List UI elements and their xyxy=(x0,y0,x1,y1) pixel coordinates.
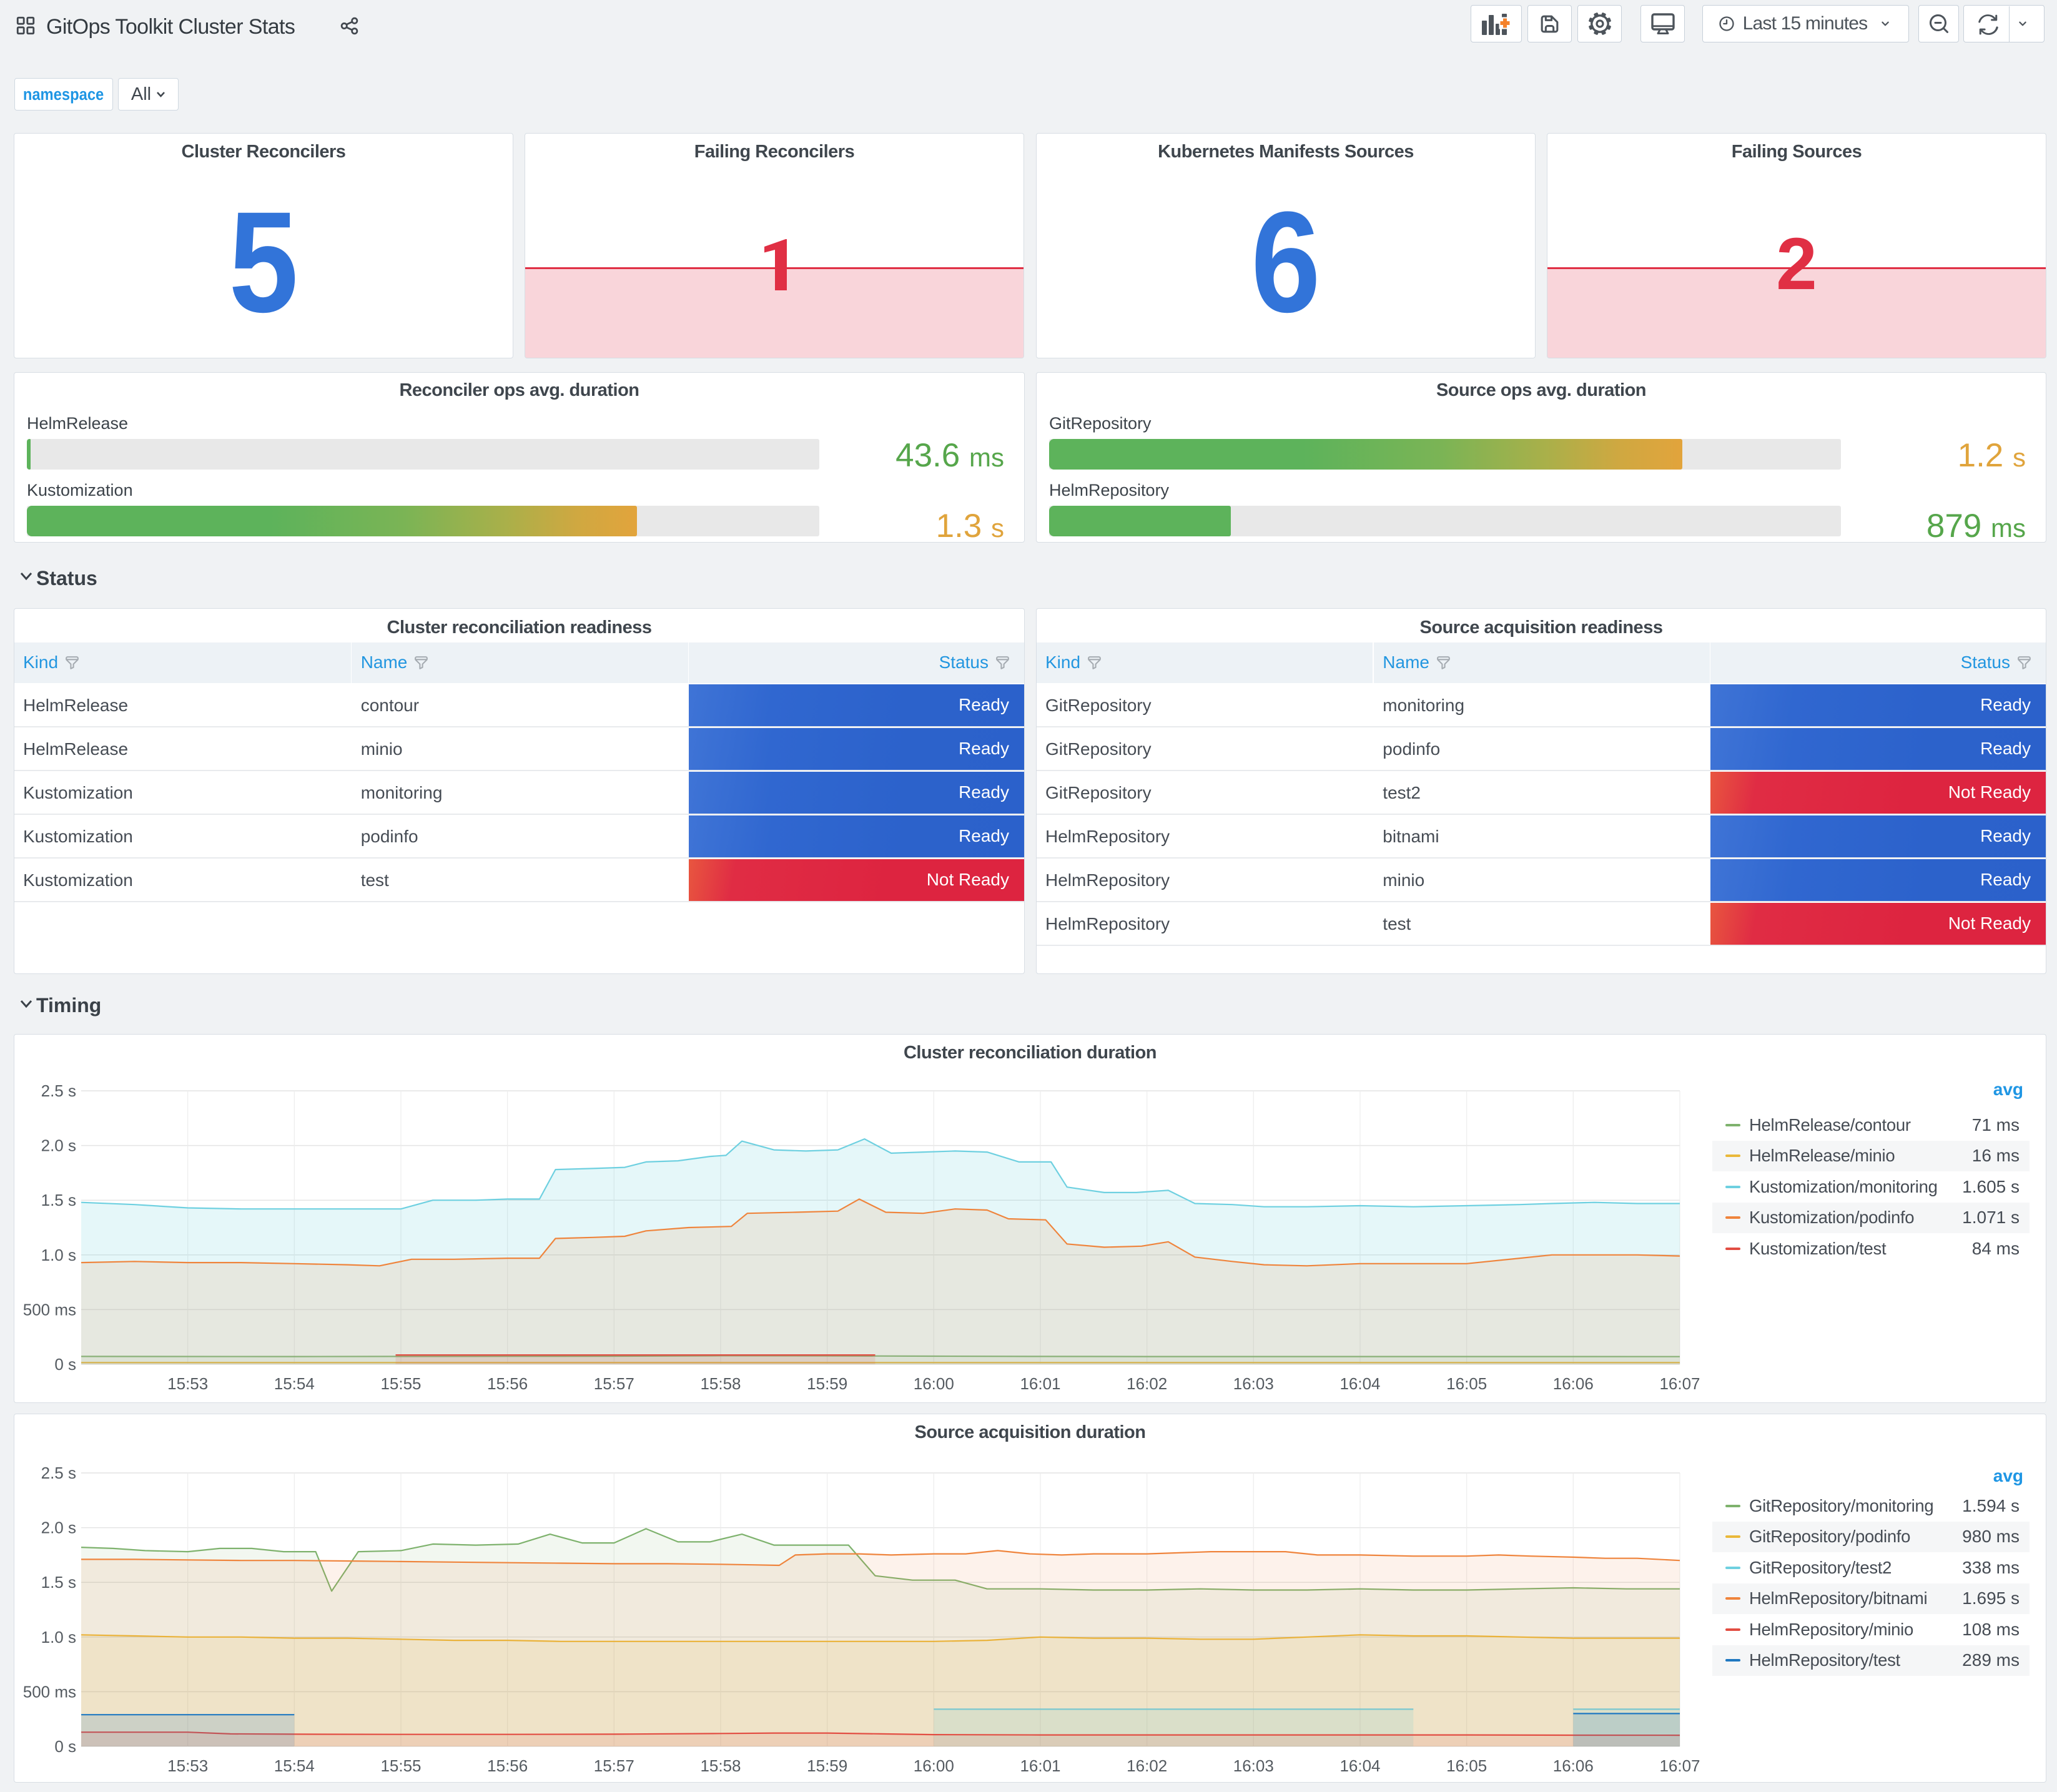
svg-text:2.0 s: 2.0 s xyxy=(41,1136,76,1155)
svg-text:15:59: 15:59 xyxy=(807,1756,847,1775)
svg-text:0 s: 0 s xyxy=(54,1737,76,1756)
svg-text:15:58: 15:58 xyxy=(700,1756,741,1775)
svg-text:15:58: 15:58 xyxy=(700,1374,741,1393)
svg-text:15:54: 15:54 xyxy=(274,1374,315,1393)
svg-text:15:53: 15:53 xyxy=(167,1374,208,1393)
svg-text:16:01: 16:01 xyxy=(1020,1374,1060,1393)
svg-text:16:00: 16:00 xyxy=(914,1374,954,1393)
svg-text:2.5 s: 2.5 s xyxy=(41,1464,76,1482)
svg-text:15:56: 15:56 xyxy=(487,1756,528,1775)
svg-text:16:05: 16:05 xyxy=(1446,1756,1487,1775)
svg-text:16:07: 16:07 xyxy=(1659,1756,1700,1775)
svg-text:1.0 s: 1.0 s xyxy=(41,1628,76,1647)
svg-text:16:04: 16:04 xyxy=(1339,1374,1380,1393)
svg-text:16:04: 16:04 xyxy=(1339,1756,1380,1775)
svg-text:15:57: 15:57 xyxy=(594,1374,634,1393)
svg-text:16:05: 16:05 xyxy=(1446,1374,1487,1393)
svg-text:16:03: 16:03 xyxy=(1233,1756,1274,1775)
svg-text:15:54: 15:54 xyxy=(274,1756,315,1775)
svg-text:16:01: 16:01 xyxy=(1020,1756,1060,1775)
svg-text:15:55: 15:55 xyxy=(380,1374,421,1393)
svg-text:500 ms: 500 ms xyxy=(23,1682,76,1701)
svg-text:1.5 s: 1.5 s xyxy=(41,1573,76,1592)
svg-text:0 s: 0 s xyxy=(54,1355,76,1374)
svg-text:15:55: 15:55 xyxy=(380,1756,421,1775)
svg-text:15:53: 15:53 xyxy=(167,1756,208,1775)
svg-text:15:56: 15:56 xyxy=(487,1374,528,1393)
svg-text:16:00: 16:00 xyxy=(914,1756,954,1775)
svg-text:16:06: 16:06 xyxy=(1553,1374,1594,1393)
svg-text:2.5 s: 2.5 s xyxy=(41,1081,76,1100)
svg-text:16:02: 16:02 xyxy=(1127,1374,1167,1393)
svg-text:500 ms: 500 ms xyxy=(23,1300,76,1319)
svg-text:1.0 s: 1.0 s xyxy=(41,1246,76,1264)
svg-text:16:02: 16:02 xyxy=(1127,1756,1167,1775)
svg-text:16:06: 16:06 xyxy=(1553,1756,1594,1775)
svg-text:2.0 s: 2.0 s xyxy=(41,1519,76,1537)
svg-text:16:03: 16:03 xyxy=(1233,1374,1274,1393)
svg-text:1.5 s: 1.5 s xyxy=(41,1191,76,1209)
svg-text:15:57: 15:57 xyxy=(594,1756,634,1775)
svg-text:15:59: 15:59 xyxy=(807,1374,847,1393)
svg-text:16:07: 16:07 xyxy=(1659,1374,1700,1393)
